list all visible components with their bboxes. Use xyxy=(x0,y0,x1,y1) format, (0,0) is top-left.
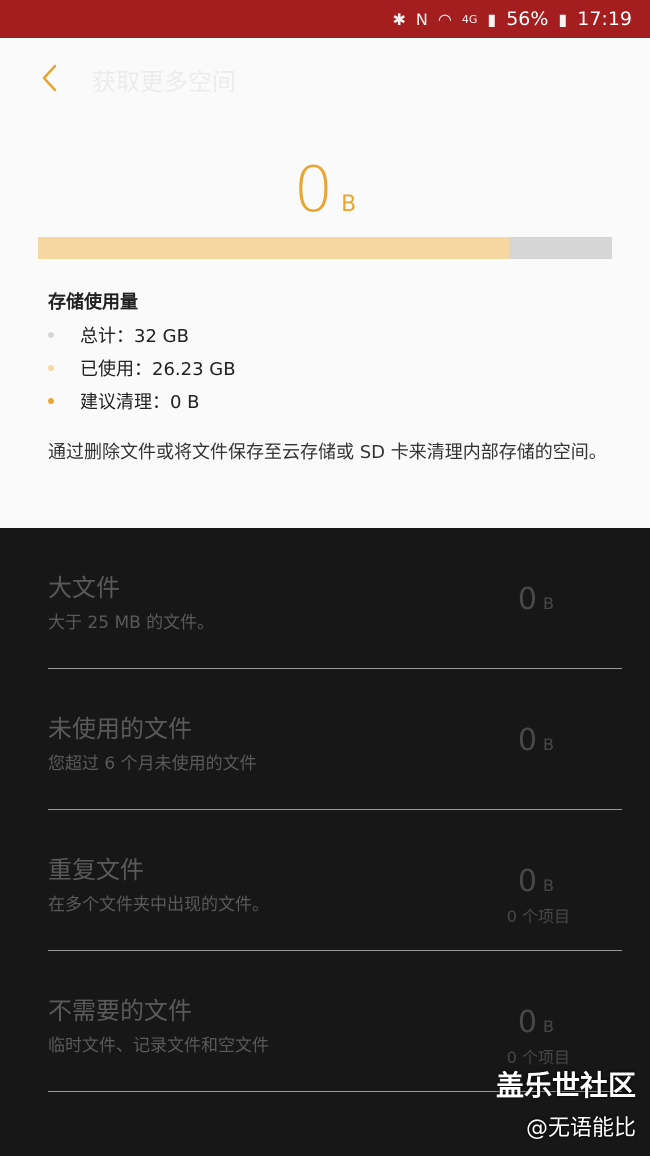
total-cleanable-display: 0B xyxy=(0,153,650,226)
legend-dot xyxy=(48,364,54,371)
nfc-icon: N xyxy=(415,9,428,29)
legend-item-recommended: 建议清理：0 B xyxy=(48,384,236,417)
legend-label: 已使用：26.23 GB xyxy=(80,358,236,380)
category-size-unit: B xyxy=(543,735,554,754)
back-button[interactable] xyxy=(34,60,64,96)
legend-item-used: 已使用：26.23 GB xyxy=(48,351,236,384)
category-unused-files[interactable]: 未使用的文件 您超过 6 个月未使用的文件 0B xyxy=(48,669,622,810)
legend-label: 总计：32 GB xyxy=(80,325,189,347)
total-cleanable-value: 0 xyxy=(293,153,334,226)
category-title: 未使用的文件 xyxy=(48,715,192,743)
category-title: 不需要的文件 xyxy=(48,997,192,1025)
status-bar: ✱ N ◠ 4G ▮ 56% ▮ 17:19 xyxy=(0,0,650,38)
storage-legend: 总计：32 GB 已使用：26.23 GB 建议清理：0 B xyxy=(48,318,236,417)
legend-item-total: 总计：32 GB xyxy=(48,318,236,351)
4g-icon: 4G xyxy=(461,12,478,26)
category-size: 0B xyxy=(518,864,554,899)
category-list: 大文件 大于 25 MB 的文件。 0B 未使用的文件 您超过 6 个月未使用的… xyxy=(0,528,650,1156)
category-size: 0B xyxy=(518,582,554,617)
category-size-value: 0 xyxy=(517,864,538,899)
legend-dot xyxy=(48,397,54,404)
category-size: 0B xyxy=(518,1005,554,1040)
storage-description: 通过删除文件或将文件保存至云存储或 SD 卡来清理内部存储的空间。 xyxy=(48,442,607,463)
battery-icon: ▮ xyxy=(558,9,568,29)
category-size-value: 0 xyxy=(517,1005,538,1040)
clock: 17:19 xyxy=(577,8,632,30)
legend-label: 建议清理：0 B xyxy=(80,391,200,413)
category-description: 大于 25 MB 的文件。 xyxy=(48,613,215,633)
category-size-unit: B xyxy=(543,876,554,895)
category-title: 重复文件 xyxy=(48,856,144,884)
legend-dot xyxy=(48,331,54,338)
wifi-icon: ◠ xyxy=(437,9,452,29)
category-description: 您超过 6 个月未使用的文件 xyxy=(48,754,257,774)
category-size-value: 0 xyxy=(517,582,538,617)
category-size-unit: B xyxy=(543,594,554,613)
storage-summary-panel: 获取更多空间 0B 存储使用量 总计：32 GB 已使用：26.23 GB 建议… xyxy=(0,38,650,528)
category-size: 0B xyxy=(518,723,554,758)
bluetooth-icon: ✱ xyxy=(392,9,406,29)
storage-heading: 存储使用量 xyxy=(48,292,138,313)
battery-percentage: 56% xyxy=(506,8,549,30)
total-cleanable-unit: B xyxy=(341,192,357,217)
category-item-count: 0 个项目 xyxy=(506,907,570,926)
category-size-unit: B xyxy=(543,1017,554,1036)
watermark-author: @无语能比 xyxy=(525,1116,636,1141)
category-duplicate-files[interactable]: 重复文件 在多个文件夹中出现的文件。 0B 0 个项目 xyxy=(48,810,622,951)
watermark: 盖乐世社区 @无语能比 xyxy=(496,1064,636,1142)
storage-usage-bar xyxy=(38,237,612,259)
category-size-value: 0 xyxy=(517,723,538,758)
storage-usage-fill xyxy=(38,237,509,259)
category-description: 临时文件、记录文件和空文件 xyxy=(48,1036,269,1056)
signal-icon: ▮ xyxy=(487,9,497,29)
watermark-title: 盖乐世社区 xyxy=(495,1069,636,1102)
category-title: 大文件 xyxy=(48,574,120,602)
back-arrow-icon xyxy=(42,64,57,92)
page-title: 获取更多空间 xyxy=(92,68,236,96)
category-description: 在多个文件夹中出现的文件。 xyxy=(48,895,269,915)
category-large-files[interactable]: 大文件 大于 25 MB 的文件。 0B xyxy=(48,528,622,669)
